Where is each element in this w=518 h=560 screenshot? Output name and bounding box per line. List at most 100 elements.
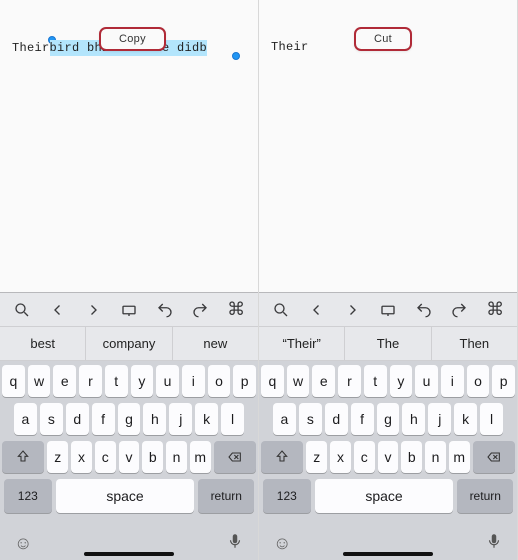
key-v[interactable]: v xyxy=(119,441,140,473)
key-y[interactable]: y xyxy=(390,365,413,397)
key-g[interactable]: g xyxy=(377,403,400,435)
chevron-right-icon[interactable] xyxy=(337,297,367,323)
delete-key[interactable] xyxy=(473,441,515,473)
mic-icon[interactable] xyxy=(485,532,503,555)
key-u[interactable]: u xyxy=(156,365,179,397)
keyboard-mode-icon[interactable] xyxy=(114,297,144,323)
key-h[interactable]: h xyxy=(402,403,425,435)
key-p[interactable]: p xyxy=(233,365,256,397)
suggestion-1[interactable]: “Their” xyxy=(259,327,345,360)
key-z[interactable]: z xyxy=(306,441,327,473)
key-r[interactable]: r xyxy=(79,365,102,397)
key-e[interactable]: e xyxy=(312,365,335,397)
key-j[interactable]: j xyxy=(428,403,451,435)
chevron-left-icon[interactable] xyxy=(43,297,73,323)
key-d[interactable]: d xyxy=(66,403,89,435)
key-v[interactable]: v xyxy=(378,441,399,473)
keyboard-toolbar: ⌘ xyxy=(259,293,517,327)
key-t[interactable]: t xyxy=(105,365,128,397)
key-m[interactable]: m xyxy=(449,441,470,473)
bottom-row: 123 space return xyxy=(2,479,256,513)
emoji-icon[interactable]: ☺ xyxy=(14,533,32,554)
numbers-key[interactable]: 123 xyxy=(263,479,311,513)
text-editor-left[interactable]: Their bird bhi ohi she didb Copy xyxy=(0,0,258,290)
key-p[interactable]: p xyxy=(492,365,515,397)
key-f[interactable]: f xyxy=(351,403,374,435)
numbers-key[interactable]: 123 xyxy=(4,479,52,513)
selection-handle-end[interactable] xyxy=(232,52,240,60)
key-z[interactable]: z xyxy=(47,441,68,473)
home-indicator[interactable] xyxy=(84,552,174,556)
shift-key[interactable] xyxy=(2,441,44,473)
key-c[interactable]: c xyxy=(354,441,375,473)
key-t[interactable]: t xyxy=(364,365,387,397)
chevron-right-icon[interactable] xyxy=(78,297,108,323)
shift-key[interactable] xyxy=(261,441,303,473)
redo-icon[interactable] xyxy=(444,297,474,323)
key-j[interactable]: j xyxy=(169,403,192,435)
suggestion-3[interactable]: Then xyxy=(432,327,517,360)
suggestion-3[interactable]: new xyxy=(173,327,258,360)
return-key[interactable]: return xyxy=(457,479,513,513)
keyboard-mode-icon[interactable] xyxy=(373,297,403,323)
key-g[interactable]: g xyxy=(118,403,141,435)
key-l[interactable]: l xyxy=(480,403,503,435)
key-q[interactable]: q xyxy=(2,365,25,397)
search-icon[interactable] xyxy=(266,297,296,323)
key-o[interactable]: o xyxy=(467,365,490,397)
search-icon[interactable] xyxy=(7,297,37,323)
key-f[interactable]: f xyxy=(92,403,115,435)
key-a[interactable]: a xyxy=(273,403,296,435)
text-editor-right[interactable]: Their Cut xyxy=(259,0,517,290)
space-key[interactable]: space xyxy=(315,479,454,513)
mic-icon[interactable] xyxy=(226,532,244,555)
command-icon[interactable]: ⌘ xyxy=(480,297,510,323)
key-n[interactable]: n xyxy=(166,441,187,473)
key-q[interactable]: q xyxy=(261,365,284,397)
key-h[interactable]: h xyxy=(143,403,166,435)
key-a[interactable]: a xyxy=(14,403,37,435)
return-key[interactable]: return xyxy=(198,479,254,513)
chevron-left-icon[interactable] xyxy=(302,297,332,323)
emoji-icon[interactable]: ☺ xyxy=(273,533,291,554)
key-b[interactable]: b xyxy=(401,441,422,473)
home-indicator[interactable] xyxy=(343,552,433,556)
key-x[interactable]: x xyxy=(71,441,92,473)
key-l[interactable]: l xyxy=(221,403,244,435)
key-c[interactable]: c xyxy=(95,441,116,473)
key-i[interactable]: i xyxy=(182,365,205,397)
key-s[interactable]: s xyxy=(40,403,63,435)
key-e[interactable]: e xyxy=(53,365,76,397)
suggestion-1[interactable]: best xyxy=(0,327,86,360)
key-b[interactable]: b xyxy=(142,441,163,473)
redo-icon[interactable] xyxy=(185,297,215,323)
key-rows: qwertyuiop asdfghjkl zxcvbnm 123 space r… xyxy=(259,361,517,526)
pane-right: Their Cut ⌘ “Their” The Then qwertyuiop … xyxy=(259,0,518,560)
context-menu-label: Cut xyxy=(374,33,392,45)
key-k[interactable]: k xyxy=(195,403,218,435)
key-r[interactable]: r xyxy=(338,365,361,397)
command-icon[interactable]: ⌘ xyxy=(221,297,251,323)
undo-icon[interactable] xyxy=(150,297,180,323)
key-s[interactable]: s xyxy=(299,403,322,435)
key-u[interactable]: u xyxy=(415,365,438,397)
key-n[interactable]: n xyxy=(425,441,446,473)
suggestion-2[interactable]: company xyxy=(86,327,172,360)
key-m[interactable]: m xyxy=(190,441,211,473)
key-d[interactable]: d xyxy=(325,403,348,435)
context-menu-copy[interactable]: Copy xyxy=(100,28,165,50)
key-w[interactable]: w xyxy=(28,365,51,397)
key-k[interactable]: k xyxy=(454,403,477,435)
delete-key[interactable] xyxy=(214,441,256,473)
context-menu-cut[interactable]: Cut xyxy=(355,28,411,50)
key-o[interactable]: o xyxy=(208,365,231,397)
key-w[interactable]: w xyxy=(287,365,310,397)
key-y[interactable]: y xyxy=(131,365,154,397)
undo-icon[interactable] xyxy=(409,297,439,323)
key-x[interactable]: x xyxy=(330,441,351,473)
suggestion-2[interactable]: The xyxy=(345,327,431,360)
key-i[interactable]: i xyxy=(441,365,464,397)
suggestion-bar: best company new xyxy=(0,327,258,361)
space-key[interactable]: space xyxy=(56,479,195,513)
row3: zxcvbnm xyxy=(261,441,515,473)
